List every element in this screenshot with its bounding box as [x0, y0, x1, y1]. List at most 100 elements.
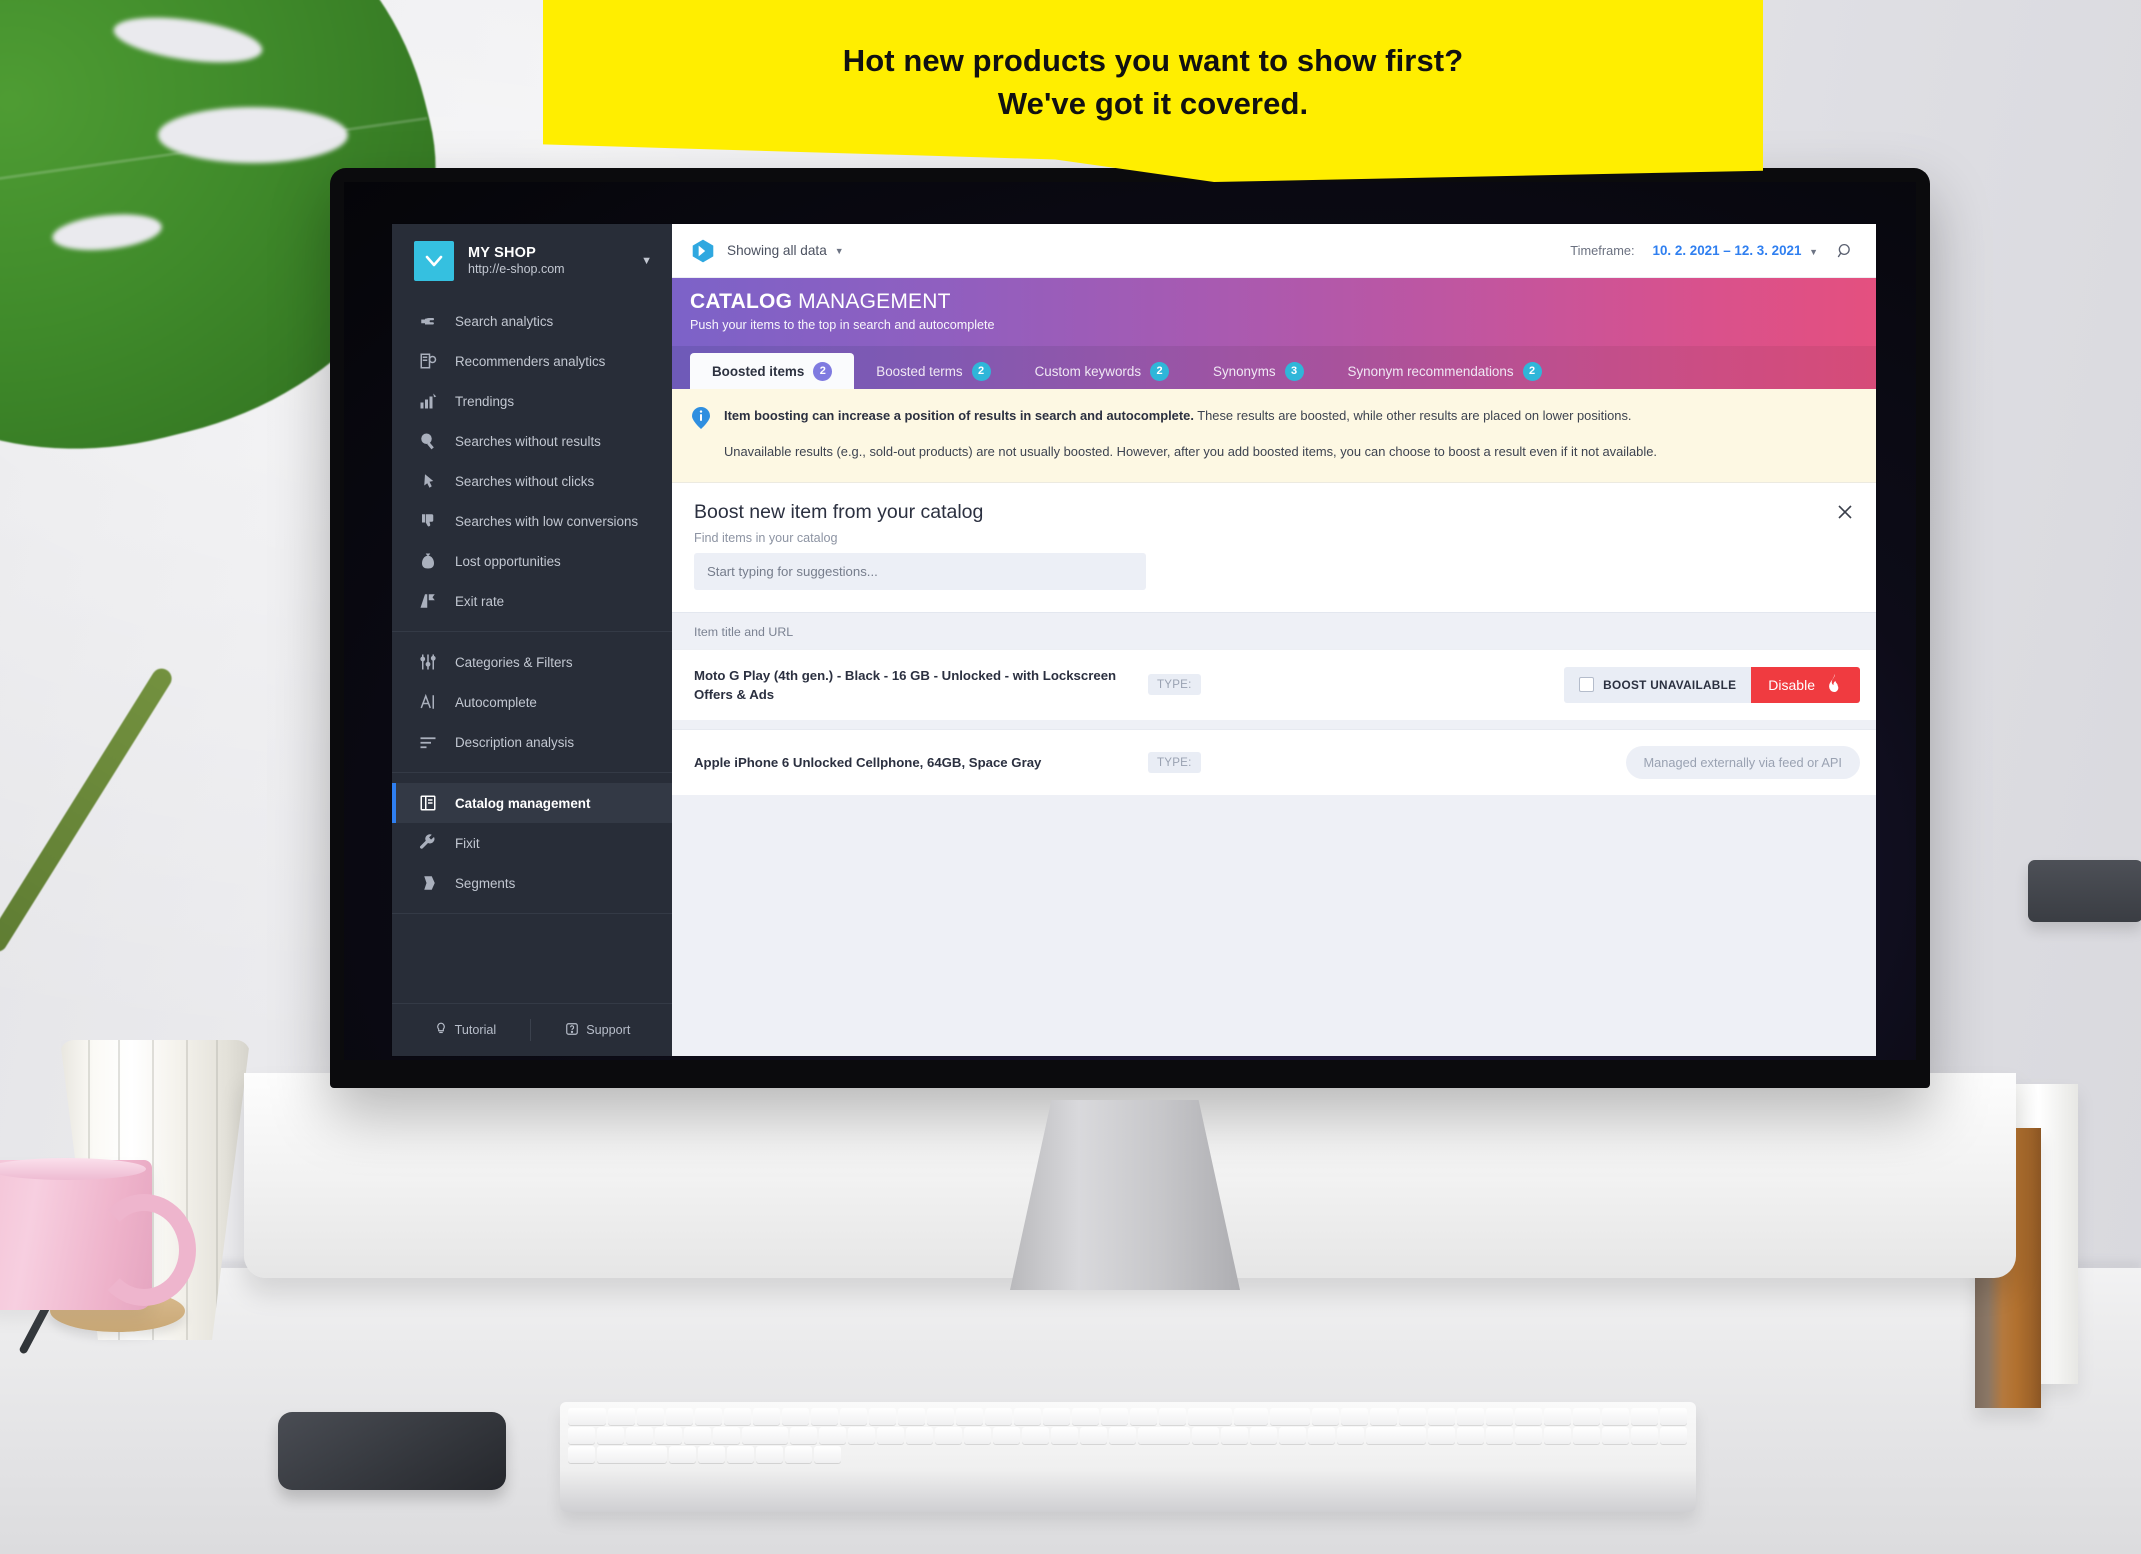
bar-chart-icon	[417, 392, 439, 410]
sidebar-item-label: Lost opportunities	[455, 553, 561, 569]
shop-name: MY SHOP	[468, 245, 537, 262]
tab-boosted-items[interactable]: Boosted items 2	[690, 353, 855, 389]
disable-button-label: Disable	[1768, 676, 1815, 693]
mug-handle	[92, 1194, 196, 1306]
info-banner-text: Item boosting can increase a position of…	[724, 406, 1657, 462]
sidebar-item-label: Searches without clicks	[455, 473, 595, 489]
row-actions: Managed externally via feed or API	[1625, 746, 1860, 779]
leaf-notch	[157, 107, 348, 164]
table-row: Apple iPhone 6 Unlocked Cellphone, 64GB,…	[672, 729, 1876, 795]
sidebar-divider	[392, 913, 672, 914]
info-strong: Item boosting can increase a position of…	[724, 408, 1194, 423]
tab-label: Synonyms	[1213, 363, 1276, 379]
sidebar-item-recommenders-analytics[interactable]: Recommenders analytics	[392, 341, 672, 381]
tab-synonyms[interactable]: Synonyms 3	[1191, 353, 1326, 389]
pink-mug	[0, 1158, 196, 1310]
sidebar-item-lost-opportunities[interactable]: Lost opportunities	[392, 541, 672, 581]
nav-group-management: Catalog management Fixit Segments	[392, 780, 672, 906]
sidebar-item-label: Recommenders analytics	[455, 353, 606, 369]
shop-switcher[interactable]: MY SHOP http://e-shop.com ▼	[392, 224, 672, 298]
topbar-right: Timeframe: 10. 2. 2021 – 12. 3. 2021 ▼	[1570, 242, 1854, 260]
tab-badge: 3	[1284, 361, 1304, 381]
smartphone	[278, 1412, 506, 1490]
callout-line-2: We've got it covered.	[997, 85, 1309, 121]
page-header: CATALOG MANAGEMENT Push your items to th…	[672, 278, 1876, 346]
sidebar-item-categories-filters[interactable]: Categories & Filters	[392, 642, 672, 682]
tab-content: Item boosting can increase a position of…	[672, 389, 1876, 1056]
sidebar-item-label: Trendings	[455, 393, 515, 409]
support-link[interactable]: Support	[531, 1022, 664, 1039]
support-label: Support	[586, 1023, 631, 1037]
text-lines-icon	[417, 733, 439, 751]
bulb-icon	[434, 1022, 448, 1039]
page-title: CATALOG MANAGEMENT	[690, 290, 1876, 314]
wrench-icon	[417, 834, 439, 852]
magnifier-icon	[417, 432, 439, 450]
checkbox-icon[interactable]	[1579, 677, 1595, 693]
showing-data-selector[interactable]: Showing all data ▼	[727, 243, 844, 258]
shop-url: http://e-shop.com	[468, 262, 565, 277]
topbar: Showing all data ▼ Timeframe: 10. 2. 202…	[672, 224, 1876, 278]
tab-label: Custom keywords	[1034, 363, 1142, 379]
info-rest: These results are boosted, while other r…	[1193, 408, 1632, 423]
search-icon[interactable]	[1836, 242, 1854, 260]
sidebar-item-segments[interactable]: Segments	[392, 863, 672, 903]
analytics-app: MY SHOP http://e-shop.com ▼ Search analy…	[392, 224, 1876, 1056]
close-icon[interactable]	[1832, 499, 1858, 525]
timeframe-selector[interactable]: 10. 2. 2021 – 12. 3. 2021 ▼	[1653, 243, 1818, 258]
boost-panel-subtitle: Find items in your catalog	[694, 530, 838, 545]
tab-bar: Boosted items 2 Boosted terms 2 Custom k…	[672, 346, 1876, 389]
item-title: Moto G Play (4th gen.) - Black - 16 GB -…	[694, 667, 1117, 702]
question-circle-icon	[565, 1022, 579, 1039]
row-actions: BOOST UNAVAILABLE Disable	[1564, 666, 1860, 703]
sliders-icon	[417, 653, 439, 671]
sidebar-item-label: Autocomplete	[455, 694, 537, 710]
chevron-down-icon[interactable]: ▼	[641, 255, 656, 267]
sidebar-item-label: Description analysis	[455, 734, 575, 750]
sidebar-item-autocomplete[interactable]: Autocomplete	[392, 682, 672, 722]
sidebar-item-label: Search analytics	[455, 313, 554, 329]
info-paragraph-2: Unavailable results (e.g., sold-out prod…	[724, 444, 1657, 460]
tab-boosted-terms[interactable]: Boosted terms 2	[854, 353, 1012, 389]
tab-label: Synonym recommendations	[1347, 363, 1514, 379]
table-row: Moto G Play (4th gen.) - Black - 16 GB -…	[672, 648, 1876, 720]
tab-custom-keywords[interactable]: Custom keywords 2	[1013, 353, 1191, 389]
disable-button[interactable]: Disable	[1751, 666, 1860, 703]
dark-desk-object	[2028, 860, 2141, 922]
mug-rim	[0, 1158, 146, 1180]
boost-new-item-panel: Boost new item from your catalog Find it…	[672, 482, 1876, 613]
sidebar-divider	[392, 772, 672, 773]
sidebar: MY SHOP http://e-shop.com ▼ Search analy…	[392, 224, 672, 1056]
sidebar-item-description-analysis[interactable]: Description analysis	[392, 722, 672, 762]
tab-badge: 2	[1522, 361, 1542, 381]
sidebar-item-searches-without-clicks[interactable]: Searches without clicks	[392, 461, 672, 501]
sidebar-footer: Tutorial Support	[392, 1003, 672, 1056]
sidebar-item-catalog-management[interactable]: Catalog management	[392, 783, 672, 823]
sidebar-item-searches-with-low-conversions[interactable]: Searches with low conversions	[392, 501, 672, 541]
main-area: Showing all data ▼ Timeframe: 10. 2. 202…	[672, 224, 1876, 1056]
tab-synonym-recommendations[interactable]: Synonym recommendations 2	[1326, 353, 1564, 389]
tab-badge: 2	[1150, 361, 1170, 381]
tab-badge: 2	[813, 361, 833, 381]
vase-rib	[186, 1040, 188, 1340]
sidebar-item-label: Exit rate	[455, 593, 505, 609]
leaf-notch	[50, 209, 164, 255]
managed-externally-badge: Managed externally via feed or API	[1625, 746, 1860, 779]
page-title-strong: CATALOG	[690, 290, 793, 313]
sidebar-item-trendings[interactable]: Trendings	[392, 381, 672, 421]
sidebar-item-label: Fixit	[455, 835, 480, 851]
sidebar-item-exit-rate[interactable]: Exit rate	[392, 581, 672, 621]
timeframe-value: 10. 2. 2021 – 12. 3. 2021	[1652, 243, 1802, 258]
cursor-click-icon	[417, 472, 439, 490]
flame-icon	[1826, 674, 1843, 695]
chevron-down-icon: ▼	[1809, 247, 1818, 257]
document-bulb-icon	[417, 352, 439, 370]
tab-badge: 2	[971, 361, 991, 381]
boost-unavailable-toggle[interactable]: BOOST UNAVAILABLE	[1564, 666, 1752, 703]
catalog-search-input[interactable]	[694, 552, 1146, 590]
sidebar-item-fixit[interactable]: Fixit	[392, 823, 672, 863]
sidebar-item-searches-without-results[interactable]: Searches without results	[392, 421, 672, 461]
sidebar-item-search-analytics[interactable]: Search analytics	[392, 301, 672, 341]
tutorial-link[interactable]: Tutorial	[400, 1022, 531, 1039]
